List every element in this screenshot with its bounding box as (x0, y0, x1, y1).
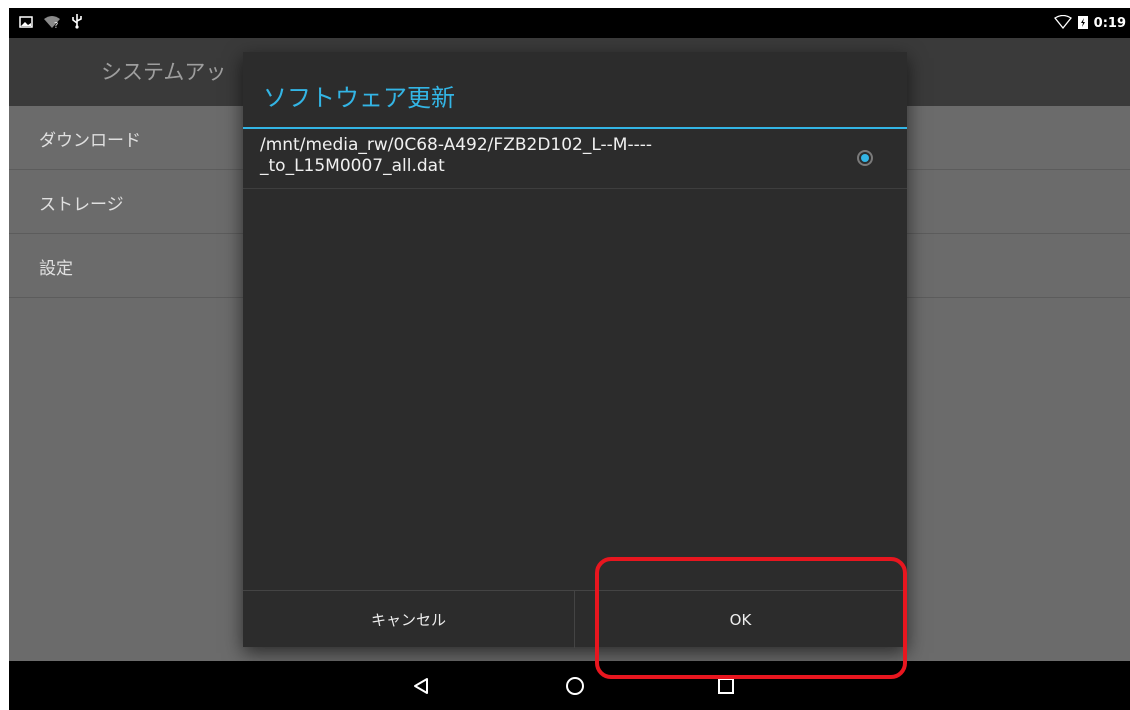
wifi-question-icon: ? (43, 14, 61, 33)
wifi-outline-icon (1053, 14, 1072, 33)
menu-item-label: ダウンロード (39, 131, 141, 151)
navigation-bar (9, 661, 1130, 710)
file-path-label: /mnt/media_rw/0C68-A492/FZB2D102_L--M---… (260, 135, 820, 177)
cancel-button[interactable]: キャンセル (243, 591, 574, 648)
image-icon (19, 14, 33, 33)
device-screen: ? 0:19 システムアッ ダウンロード ストレージ 設定 ソフトウェア更新 /… (9, 8, 1130, 710)
file-path-line-2: _to_L15M0007_all.dat (260, 156, 445, 176)
status-icons-right: 0:19 (1053, 14, 1126, 33)
dialog-title: ソフトウェア更新 (263, 84, 455, 112)
radio-selected-dot (861, 154, 869, 162)
file-path-line-1: /mnt/media_rw/0C68-A492/FZB2D102_L--M---… (260, 135, 652, 155)
menu-item-label: ストレージ (39, 195, 124, 215)
menu-item-label: 設定 (39, 259, 73, 279)
back-icon[interactable] (406, 671, 436, 701)
app-title: システムアッ (101, 60, 227, 84)
ok-highlight-annotation (595, 557, 907, 679)
file-option-row[interactable]: /mnt/media_rw/0C68-A492/FZB2D102_L--M---… (243, 129, 907, 189)
battery-charging-icon (1077, 14, 1088, 33)
home-icon[interactable] (560, 671, 590, 701)
status-icons-left: ? (19, 14, 83, 32)
status-bar: ? 0:19 (9, 8, 1130, 38)
usb-icon (71, 13, 83, 33)
file-radio-button[interactable] (857, 150, 873, 166)
svg-text:?: ? (54, 21, 58, 29)
clock: 0:19 (1093, 15, 1126, 31)
